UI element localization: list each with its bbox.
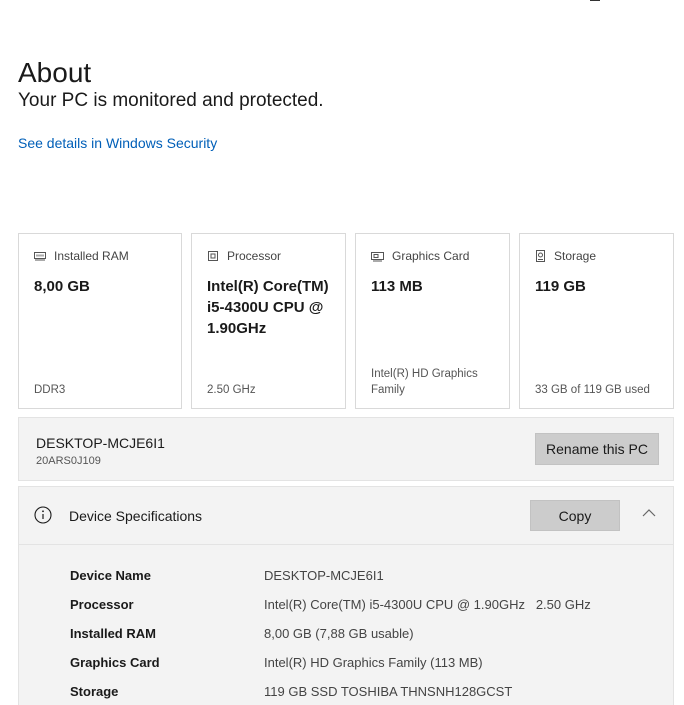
card-label: Processor (227, 249, 282, 263)
card-label: Graphics Card (392, 249, 470, 263)
device-specifications-panel: Device Specifications Copy Device Name D… (18, 486, 674, 705)
storage-icon (536, 250, 545, 262)
page-title: About (18, 56, 92, 88)
card-installed-ram: Installed RAM 8,00 GB DDR3 (18, 233, 182, 409)
spec-label: Device Name (70, 568, 151, 583)
pc-name: DESKTOP-MCJE6I1 (36, 435, 165, 451)
rename-pc-button[interactable]: Rename this PC (535, 433, 659, 465)
card-footer: DDR3 (34, 384, 66, 396)
card-value: 8,00 GB (34, 278, 90, 295)
info-icon (34, 506, 52, 524)
spec-label: Installed RAM (70, 626, 156, 641)
pc-model: 20ARS0J109 (36, 455, 101, 467)
maximize-icon[interactable] (618, 0, 664, 6)
spec-cards: Installed RAM 8,00 GB DDR3 Processor Int… (18, 233, 674, 409)
spec-row-storage: Storage 119 GB SSD TOSHIBA THNSNH128GCST (70, 684, 591, 705)
spec-row-graphics-card: Graphics Card Intel(R) HD Graphics Famil… (70, 655, 591, 684)
processor-icon (208, 251, 218, 261)
device-specifications-title: Device Specifications (69, 508, 203, 524)
protection-status: Your PC is monitored and protected. (18, 90, 324, 111)
spec-row-installed-ram: Installed RAM 8,00 GB (7,88 GB usable) (70, 626, 591, 655)
about-page: About Your PC is monitored and protected… (0, 0, 684, 705)
window-caption-controls (572, 0, 684, 6)
ram-icon (34, 252, 46, 261)
spec-value: Intel(R) Core(TM) i5-4300U CPU @ 1.90GHz… (264, 597, 591, 612)
card-value: 113 MB (371, 278, 423, 295)
card-graphics-card: Graphics Card 113 MB Intel(R) HD Graphic… (355, 233, 510, 409)
spec-label: Processor (70, 597, 134, 612)
windows-security-link[interactable]: See details in Windows Security (18, 135, 217, 151)
spec-value: Intel(R) HD Graphics Family (113 MB) (264, 655, 483, 670)
graphics-card-icon (371, 251, 384, 261)
spec-label: Graphics Card (70, 655, 160, 670)
spec-row-device-name: Device Name DESKTOP-MCJE6I1 (70, 568, 591, 597)
card-value: Intel(R) Core(TM) i5-4300U CPU @ 1.90GHz (207, 278, 329, 337)
spec-row-processor: Processor Intel(R) Core(TM) i5-4300U CPU… (70, 597, 591, 626)
card-processor: Processor Intel(R) Core(TM) i5-4300U CPU… (191, 233, 346, 409)
card-footer: 2.50 GHz (207, 384, 256, 396)
card-value: 119 GB (535, 278, 586, 295)
spec-label: Storage (70, 684, 119, 699)
spec-value: 8,00 GB (7,88 GB usable) (264, 626, 414, 641)
spec-value: 119 GB SSD TOSHIBA THNSNH128GCST (264, 684, 513, 699)
card-storage: Storage 119 GB 33 GB of 119 GB used (519, 233, 674, 409)
spec-value: DESKTOP-MCJE6I1 (264, 568, 384, 583)
device-specifications-header[interactable]: Device Specifications Copy (19, 487, 673, 545)
copy-button[interactable]: Copy (530, 500, 620, 531)
minimize-icon[interactable] (572, 0, 618, 6)
card-label: Storage (554, 249, 597, 263)
pc-name-bar: DESKTOP-MCJE6I1 20ARS0J109 Rename this P… (18, 417, 674, 481)
specifications-list: Device Name DESKTOP-MCJE6I1 Processor In… (70, 568, 591, 705)
chevron-up-icon[interactable] (642, 509, 656, 517)
close-icon[interactable] (664, 0, 684, 6)
card-footer: 33 GB of 119 GB used (535, 384, 650, 396)
card-footer: Intel(R) HD Graphics Family (371, 368, 478, 396)
card-label: Installed RAM (54, 249, 129, 263)
